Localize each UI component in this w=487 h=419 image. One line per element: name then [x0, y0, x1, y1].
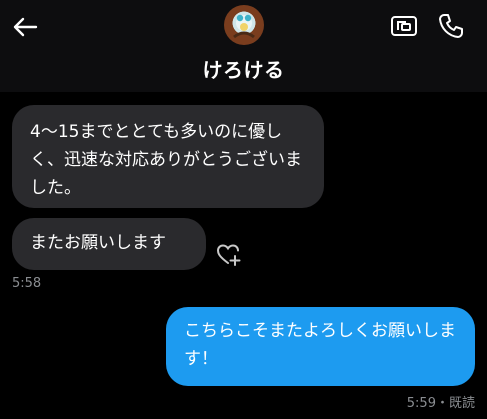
chat-header: けろける [0, 0, 487, 92]
read-receipt: 既読 [448, 396, 475, 411]
outgoing-message[interactable]: こちらこそまたよろしくお願いします！ [166, 307, 475, 386]
video-call-icon[interactable] [390, 13, 420, 39]
incoming-message[interactable]: またお願いします [12, 218, 206, 270]
heart-add-reaction-icon[interactable] [216, 243, 242, 267]
avatar-image [233, 14, 255, 39]
message-timestamp: 5:58 [12, 276, 42, 291]
phone-icon[interactable] [437, 12, 465, 40]
avatar[interactable] [224, 5, 264, 45]
message-status: 5:59・既読 [407, 392, 475, 411]
back-arrow-icon[interactable] [10, 12, 40, 42]
message-timestamp: 5:59 [406, 396, 436, 411]
contact-name[interactable]: けろける [0, 54, 487, 83]
incoming-message[interactable]: 4〜15までととても多いのに優しく、迅速な対応ありがとうございました。 [12, 105, 324, 208]
status-separator: ・ [435, 396, 449, 411]
